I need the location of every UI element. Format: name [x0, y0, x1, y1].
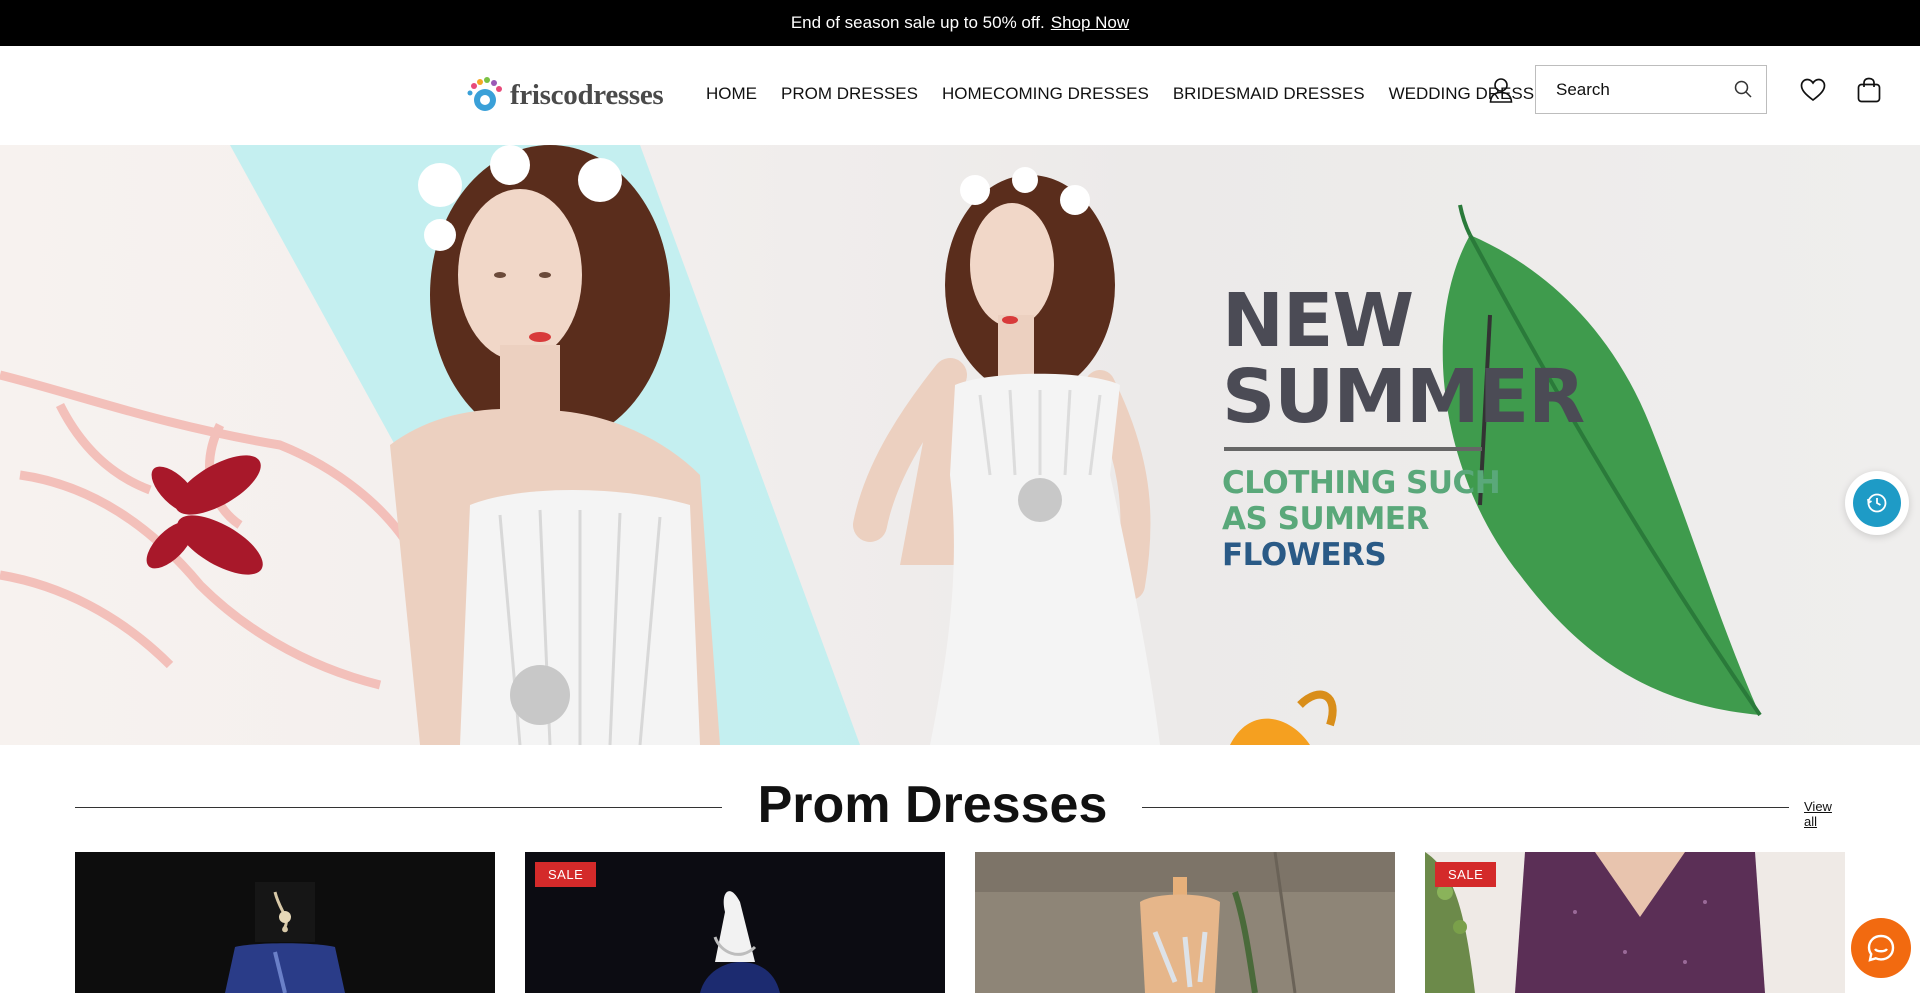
nav-wedding-dresses[interactable]: WEDDING DRESSES: [1389, 84, 1557, 104]
main-nav: HOME PROM DRESSES HOMECOMING DRESSES BRI…: [706, 84, 1557, 104]
model-right: [853, 167, 1160, 745]
live-chat-button[interactable]: [1851, 918, 1911, 978]
hero-title-line2: SUMMER: [1222, 354, 1585, 440]
hero-divider: [1224, 447, 1482, 451]
sale-badge: SALE: [535, 862, 597, 887]
hero-artwork: [0, 145, 1762, 745]
history-icon: [1853, 479, 1901, 527]
wishlist-icon[interactable]: [1798, 75, 1828, 105]
announcement-text: End of season sale up to 50% off.: [790, 13, 1045, 32]
product-card[interactable]: SALE: [525, 852, 945, 993]
search-input[interactable]: [1556, 79, 1726, 100]
account-icon[interactable]: [1486, 75, 1516, 105]
hero-sub-line3: FLOWERS: [1222, 537, 1387, 573]
nav-bridesmaid-dresses[interactable]: BRIDESMAID DRESSES: [1173, 84, 1365, 104]
prom-dresses-section-header: Prom Dresses View all: [75, 775, 1845, 841]
cart-icon[interactable]: [1854, 75, 1884, 105]
product-image: [975, 852, 1395, 993]
hero-sub-line2: AS SUMMER: [1222, 501, 1429, 537]
divider-left: [75, 807, 722, 808]
product-card[interactable]: [75, 852, 495, 993]
logo-text: friscodresses: [510, 78, 664, 111]
recently-viewed-button[interactable]: [1845, 471, 1909, 535]
search-box: [1535, 65, 1767, 114]
section-title: Prom Dresses: [757, 776, 1108, 834]
nav-prom-dresses[interactable]: PROM DRESSES: [781, 84, 918, 104]
hero-title-line1: NEW: [1222, 278, 1414, 364]
hero-headline: NEW SUMMER CLOTHING SUCH AS SUMMER FLOWE…: [1222, 278, 1585, 573]
logo-icon: [467, 77, 502, 111]
product-image: [75, 852, 495, 993]
view-all-link[interactable]: View all: [1804, 799, 1845, 829]
search-icon[interactable]: [1734, 80, 1752, 98]
nav-home[interactable]: HOME: [706, 84, 757, 104]
announcement-bar: End of season sale up to 50% off. Shop N…: [0, 0, 1920, 46]
site-header: friscodresses HOME PROM DRESSES HOMECOMI…: [0, 46, 1920, 145]
product-card[interactable]: SALE: [1425, 852, 1845, 993]
sale-badge: SALE: [1435, 862, 1497, 887]
chat-icon: [1867, 934, 1895, 962]
divider-right: [1142, 807, 1789, 808]
shop-now-link[interactable]: Shop Now: [1051, 13, 1129, 33]
hero-sub-line1: CLOTHING SUCH: [1222, 465, 1501, 501]
hero-banner[interactable]: NEW SUMMER CLOTHING SUCH AS SUMMER FLOWE…: [0, 145, 1920, 745]
product-card[interactable]: [975, 852, 1395, 993]
logo[interactable]: friscodresses: [466, 76, 664, 114]
nav-homecoming-dresses[interactable]: HOMECOMING DRESSES: [942, 84, 1149, 104]
